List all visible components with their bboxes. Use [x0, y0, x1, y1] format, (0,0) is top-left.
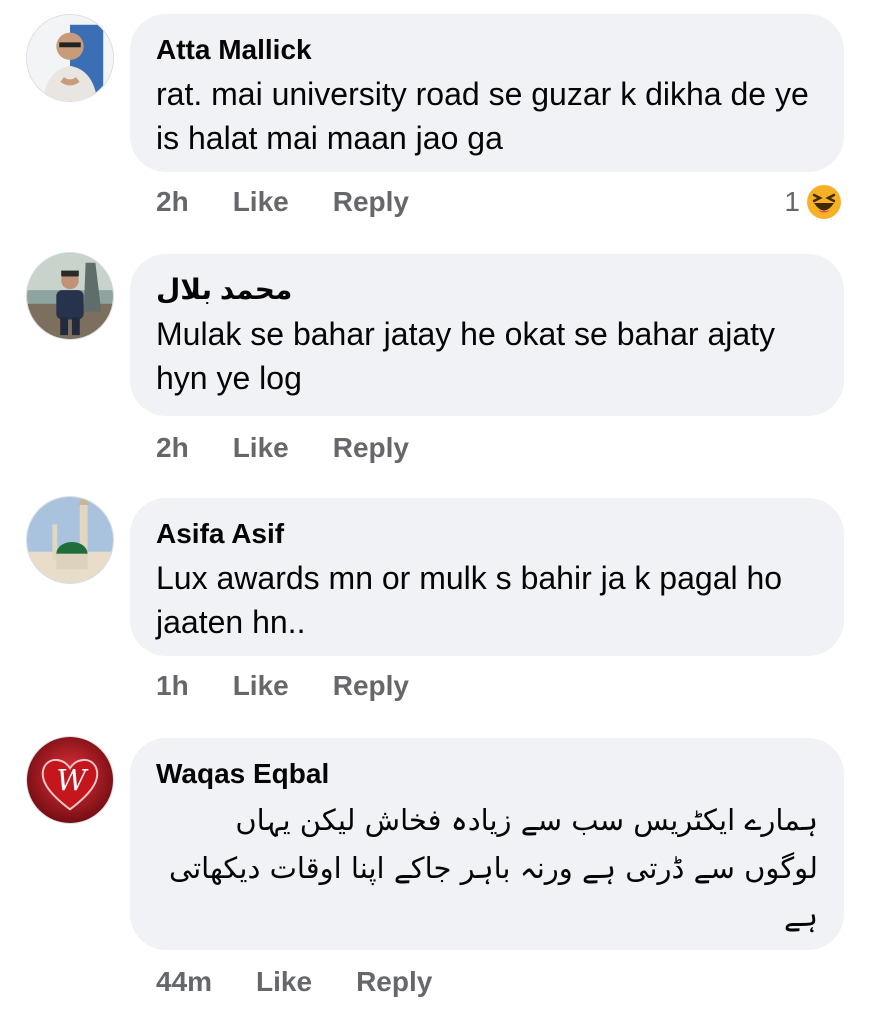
reaction-count: 1 — [784, 186, 800, 217]
avatar[interactable]: W — [26, 736, 114, 824]
comment-timestamp[interactable]: 2h — [156, 432, 189, 464]
like-button[interactable]: Like — [233, 670, 289, 702]
comment-actions: 2h Like Reply — [156, 186, 453, 218]
avatar[interactable] — [26, 14, 114, 102]
comment-author[interactable]: Asifa Asif — [156, 516, 818, 552]
comment-bubble: Atta Mallick rat. mai university road se… — [130, 14, 844, 172]
avatar-image — [27, 253, 113, 339]
comment-text: Lux awards mn or mulk s bahir ja k pagal… — [156, 560, 783, 640]
reply-button[interactable]: Reply — [333, 670, 409, 702]
like-button[interactable]: Like — [233, 186, 289, 218]
reaction-summary[interactable]: 1 — [784, 184, 842, 220]
comment-bubble: Waqas Eqbal ہمارے ایکٹریس سب سے زیادہ فخ… — [130, 738, 844, 950]
avatar-image: W — [27, 737, 113, 823]
comment-bubble: محمد بلال Mulak se bahar jatay he okat s… — [130, 254, 844, 416]
comment-timestamp[interactable]: 1h — [156, 670, 189, 702]
avatar[interactable] — [26, 252, 114, 340]
comment-timestamp[interactable]: 2h — [156, 186, 189, 218]
avatar-image — [27, 497, 113, 583]
comment-actions: 1h Like Reply — [156, 670, 453, 702]
comment-timestamp[interactable]: 44m — [156, 966, 212, 998]
comment-text: Mulak se bahar jatay he okat se bahar aj… — [156, 316, 776, 396]
comment-text: ہمارے ایکٹریس سب سے زیادہ فخاش لیکن یہاں… — [168, 803, 818, 933]
comment-actions: 2h Like Reply — [156, 432, 453, 464]
comment-text: rat. mai university road se guzar k dikh… — [156, 76, 809, 156]
like-button[interactable]: Like — [256, 966, 312, 998]
reply-button[interactable]: Reply — [333, 186, 409, 218]
comment-actions: 44m Like Reply — [156, 966, 476, 998]
comment-bubble: Asifa Asif Lux awards mn or mulk s bahir… — [130, 498, 844, 656]
like-button[interactable]: Like — [233, 432, 289, 464]
reply-button[interactable]: Reply — [356, 966, 432, 998]
comment-author[interactable]: Waqas Eqbal — [156, 756, 818, 792]
reply-button[interactable]: Reply — [333, 432, 409, 464]
comment-author[interactable]: محمد بلال — [156, 272, 818, 308]
avatar[interactable] — [26, 496, 114, 584]
haha-emoji-icon — [806, 184, 842, 220]
comment-author[interactable]: Atta Mallick — [156, 32, 818, 68]
avatar-image — [27, 15, 113, 101]
svg-text:W: W — [56, 763, 89, 797]
